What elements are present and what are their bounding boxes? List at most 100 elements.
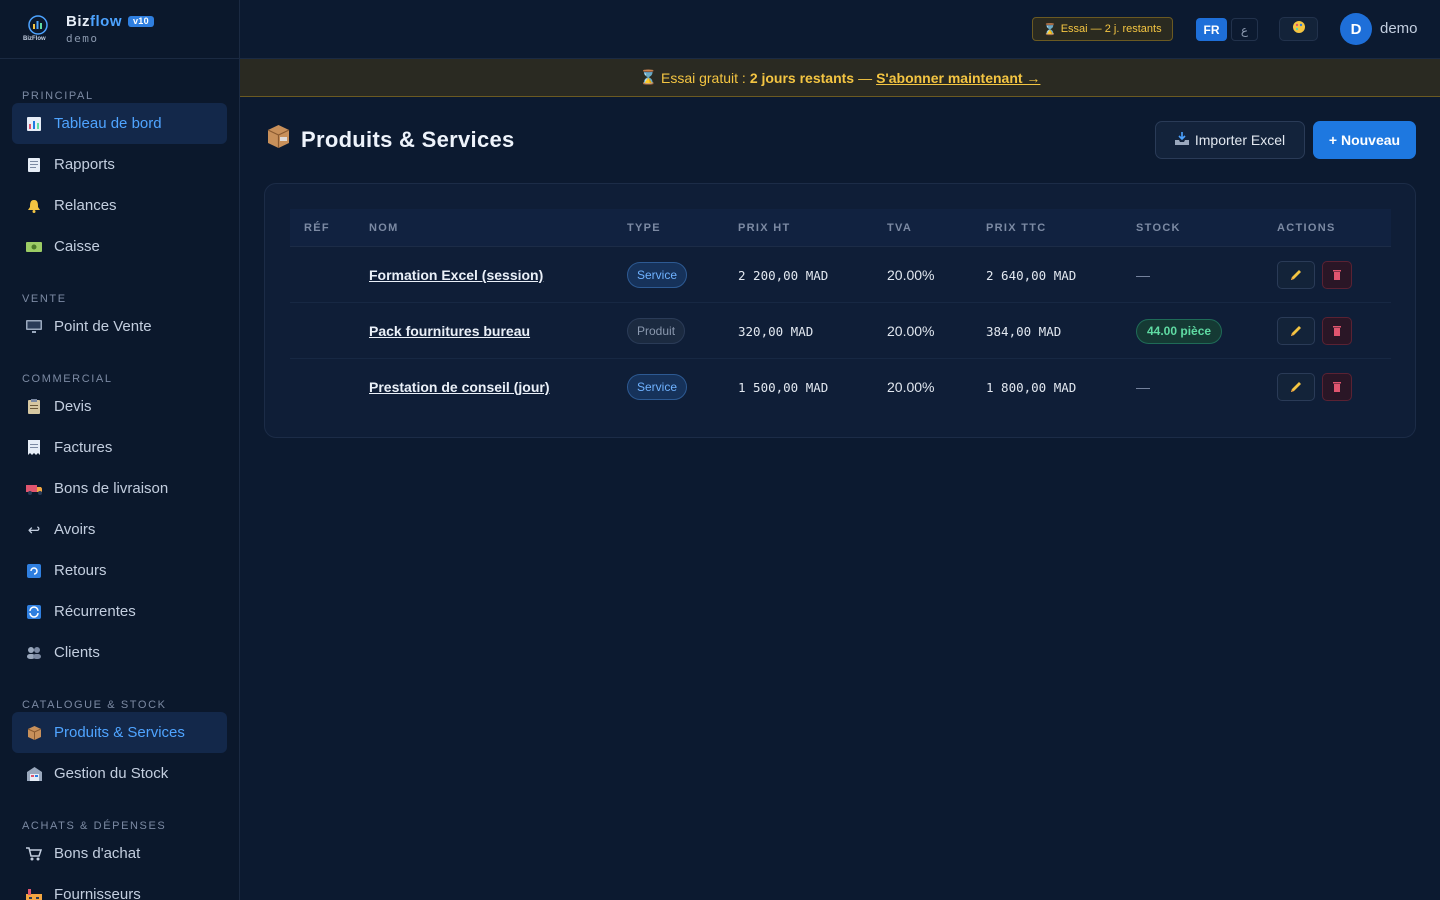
logo-caption: BizFlow xyxy=(23,36,46,42)
hourglass-icon: ⌛ xyxy=(1043,23,1057,36)
lang-fr-button[interactable]: FR xyxy=(1196,18,1227,41)
sidebar-item-fournisseurs[interactable]: Fournisseurs xyxy=(12,874,227,900)
trash-icon xyxy=(1333,270,1341,280)
type-badge: Service xyxy=(627,262,688,288)
column-prix-ttc[interactable]: PRIX TTC xyxy=(986,209,1047,247)
column-tva[interactable]: TVA xyxy=(887,209,912,247)
product-name-link[interactable]: Prestation de conseil (jour) xyxy=(369,379,549,395)
document-icon xyxy=(26,157,42,173)
new-item-button[interactable]: + Nouveau xyxy=(1313,121,1416,159)
edit-button[interactable] xyxy=(1277,261,1315,289)
nav-section-vente: VENTE xyxy=(22,293,67,305)
sidebar-item-recurrentes[interactable]: Récurrentes xyxy=(12,591,227,632)
column-prix-ht[interactable]: PRIX HT xyxy=(738,209,791,247)
stock-badge: 44.00 pièce xyxy=(1136,318,1223,344)
sidebar-item-factures[interactable]: Factures xyxy=(12,427,227,468)
brand-name: Bizflow v10 xyxy=(66,14,154,29)
brand[interactable]: BizFlow Bizflow v10 demo xyxy=(0,0,239,59)
trial-chip[interactable]: ⌛ Essai — 2 j. restants xyxy=(1032,17,1173,41)
sidebar-item-bons-dachat[interactable]: Bons d'achat xyxy=(12,833,227,874)
cell-stock: — xyxy=(1136,379,1150,395)
sidebar-item-relances[interactable]: Relances xyxy=(12,185,227,226)
nav-section-catalogue: CATALOGUE & STOCK xyxy=(22,699,167,711)
palette-icon xyxy=(1292,20,1306,39)
inbox-tray-icon xyxy=(1174,132,1189,148)
column-type[interactable]: TYPE xyxy=(627,209,661,247)
table-row: Formation Excel (session) Service 2 200,… xyxy=(290,247,1391,303)
type-badge: Service xyxy=(627,374,688,400)
clipboard-icon xyxy=(26,399,42,415)
sidebar-item-retours[interactable]: Retours xyxy=(12,550,227,591)
cell-tva: 20.00% xyxy=(887,379,935,395)
sidebar-item-gestion-du-stock[interactable]: Gestion du Stock xyxy=(12,753,227,794)
sidebar-item-point-de-vente[interactable]: Point de Vente xyxy=(12,306,227,347)
cell-stock: — xyxy=(1136,267,1150,283)
lang-ar-button[interactable]: ع xyxy=(1231,18,1258,41)
products-table-card: RÉF NOM TYPE PRIX HT TVA PRIX TTC STOCK … xyxy=(264,183,1416,438)
hourglass-icon: ⌛ xyxy=(639,69,657,85)
delete-button[interactable] xyxy=(1322,317,1352,345)
nav-section-principal: PRINCIPAL xyxy=(22,90,94,102)
column-nom[interactable]: NOM xyxy=(369,209,399,247)
pencil-icon xyxy=(1291,326,1301,336)
factory-icon xyxy=(26,887,42,900)
nav-section-achats: ACHATS & DÉPENSES xyxy=(22,820,167,832)
sidebar-item-produits-services[interactable]: Produits & Services xyxy=(12,712,227,753)
sidebar-item-caisse[interactable]: Caisse xyxy=(12,226,227,267)
cell-tva: 20.00% xyxy=(887,323,935,339)
trash-icon xyxy=(1333,382,1341,392)
top-bar: ⌛ Essai — 2 j. restants FR ع D demo xyxy=(240,0,1440,59)
column-actions: ACTIONS xyxy=(1277,222,1336,234)
cell-price-ht: 2 200,00 MAD xyxy=(738,267,829,283)
sidebar-item-tableau-de-bord[interactable]: Tableau de bord xyxy=(12,103,227,144)
type-badge: Produit xyxy=(627,318,686,344)
monitor-icon xyxy=(26,319,42,335)
column-ref[interactable]: RÉF xyxy=(304,209,330,247)
cell-price-ht: 1 500,00 MAD xyxy=(738,379,829,395)
pencil-icon xyxy=(1291,382,1301,392)
package-icon xyxy=(266,124,291,155)
edit-button[interactable] xyxy=(1277,373,1315,401)
table-row: Prestation de conseil (jour) Service 1 5… xyxy=(290,359,1391,415)
sidebar-item-avoirs[interactable]: ↩ Avoirs xyxy=(12,509,227,550)
return-arrow-icon: ↩ xyxy=(27,521,41,539)
pencil-icon xyxy=(1291,270,1301,280)
bell-icon xyxy=(26,198,42,214)
users-icon xyxy=(26,645,42,661)
avatar[interactable]: D xyxy=(1340,13,1372,45)
subscribe-link[interactable]: S'abonner maintenant → xyxy=(876,70,1040,86)
version-badge: v10 xyxy=(128,16,154,27)
delete-button[interactable] xyxy=(1322,261,1352,289)
cart-icon xyxy=(26,846,42,862)
cell-price-ttc: 384,00 MAD xyxy=(986,323,1062,339)
product-name-link[interactable]: Pack fournitures bureau xyxy=(369,323,530,339)
cell-tva: 20.00% xyxy=(887,267,935,283)
package-icon xyxy=(26,725,42,741)
bizflow-logo-icon: BizFlow xyxy=(23,15,52,43)
sidebar: BizFlow Bizflow v10 demo PRINCIPAL Table… xyxy=(0,0,240,900)
sidebar-item-clients[interactable]: Clients xyxy=(12,632,227,673)
delete-button[interactable] xyxy=(1322,373,1352,401)
sidebar-item-devis[interactable]: Devis xyxy=(12,386,227,427)
username[interactable]: demo xyxy=(1380,20,1418,37)
cash-icon xyxy=(26,239,42,255)
table-header: RÉF NOM TYPE PRIX HT TVA PRIX TTC STOCK … xyxy=(290,209,1391,247)
cell-price-ttc: 2 640,00 MAD xyxy=(986,267,1077,283)
cell-price-ttc: 1 800,00 MAD xyxy=(986,379,1077,395)
theme-toggle-button[interactable] xyxy=(1279,17,1318,41)
table-row: Pack fournitures bureau Produit 320,00 M… xyxy=(290,303,1391,359)
trash-icon xyxy=(1333,326,1341,336)
sidebar-item-rapports[interactable]: Rapports xyxy=(12,144,227,185)
product-name-link[interactable]: Formation Excel (session) xyxy=(369,267,543,283)
sidebar-item-bons-de-livraison[interactable]: Bons de livraison xyxy=(12,468,227,509)
repeat-icon xyxy=(26,604,42,620)
import-excel-button[interactable]: Importer Excel xyxy=(1155,121,1305,159)
column-stock[interactable]: STOCK xyxy=(1136,209,1181,247)
brand-subtitle: demo xyxy=(66,32,99,45)
receipt-icon xyxy=(26,440,42,456)
edit-button[interactable] xyxy=(1277,317,1315,345)
nav-section-commercial: COMMERCIAL xyxy=(22,373,113,385)
refresh-icon xyxy=(26,563,42,579)
truck-icon xyxy=(26,481,42,497)
cell-price-ht: 320,00 MAD xyxy=(738,323,814,339)
